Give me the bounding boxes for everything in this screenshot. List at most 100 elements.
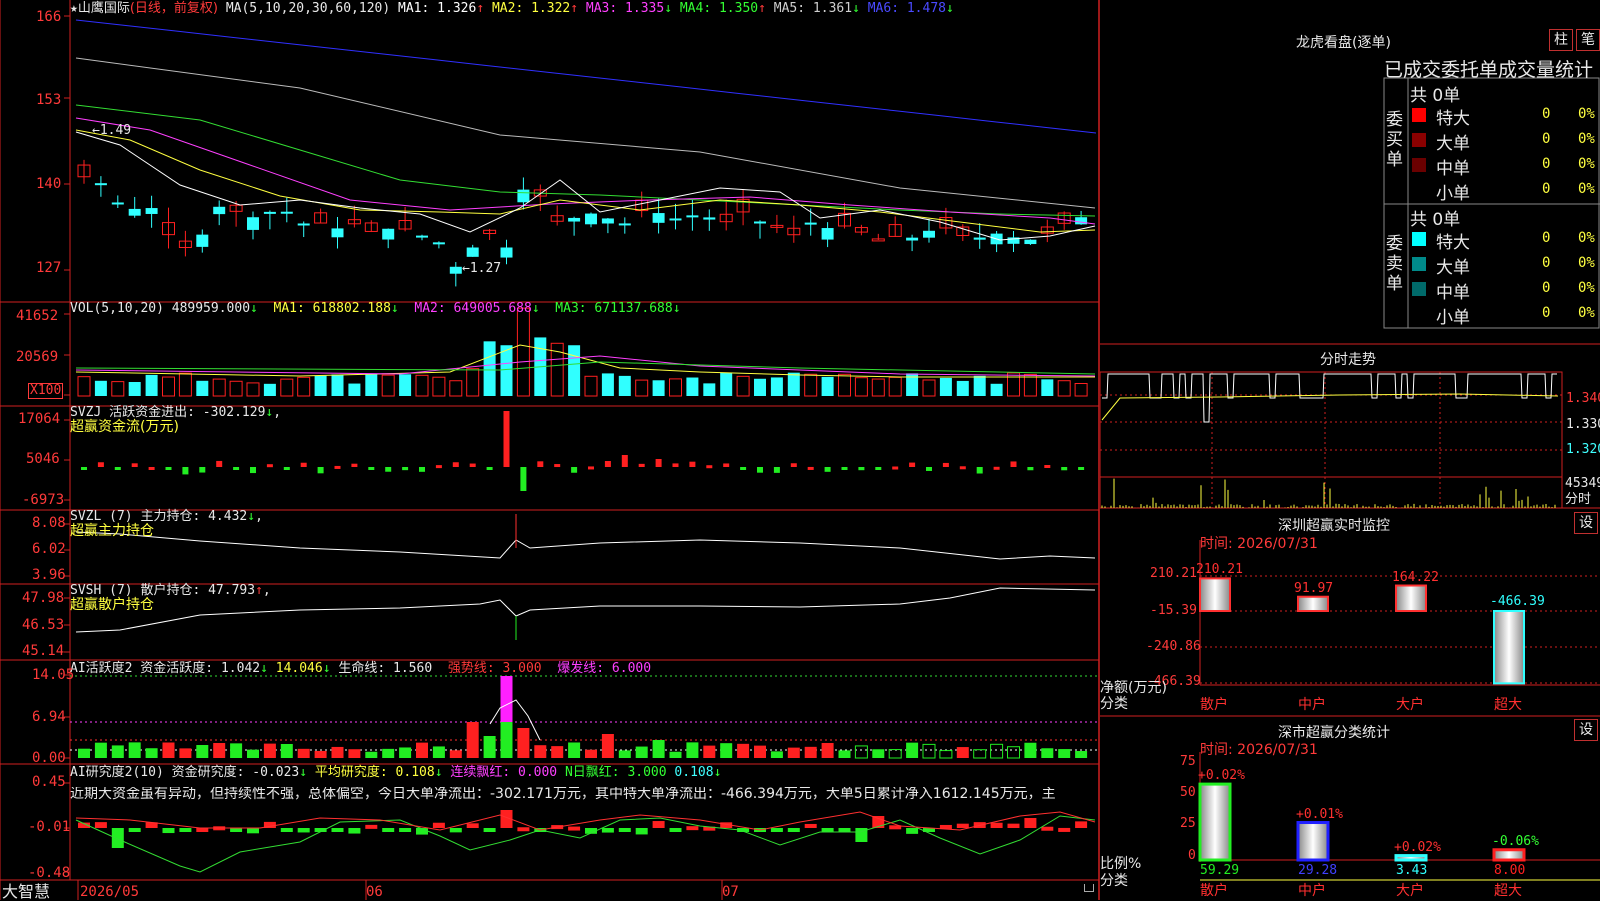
monitor-axis-label-2: -240.86 [1146, 639, 1201, 654]
volume-bar [229, 380, 243, 397]
ai-active-axis-label-2: 0.00 [32, 750, 66, 766]
flow-bar [165, 467, 172, 470]
research-avg-line [75, 815, 1096, 873]
volume-bar [263, 383, 276, 396]
classify-bar [1198, 782, 1232, 862]
bar-mode-button[interactable]: 柱 [1549, 29, 1573, 51]
price-axis-label-0: 166 [36, 9, 62, 25]
monitor-category: 大户 [1396, 697, 1424, 713]
timeline-label-1: 06 [366, 884, 383, 900]
buy-swatch [1412, 183, 1426, 197]
activity-bar [754, 745, 766, 758]
flow-bar [1078, 467, 1085, 470]
activity-bar [872, 749, 885, 758]
sell-row-name: 大单 [1436, 258, 1470, 278]
flow-bar [486, 467, 493, 470]
volume-bar [838, 373, 851, 397]
svzl-axis-label-1: 6.02 [32, 541, 66, 557]
flow-bar [926, 467, 932, 471]
buy-swatch [1412, 133, 1426, 147]
sell-row-name: 小单 [1436, 308, 1470, 328]
monitor-bar [1297, 595, 1329, 613]
research-bar [618, 828, 631, 832]
monitor-axis-label-1: -15.39 [1150, 603, 1197, 618]
volume-bar [888, 376, 902, 397]
research-bar [1007, 823, 1020, 828]
volume-panel-header: VOL(5,10,20) 489959.000↓, MA1: 618802.18… [70, 301, 681, 316]
flow-bar [520, 467, 527, 491]
research-bar [838, 828, 851, 832]
ai-research-comment: 近期大资金虽有异动，但持续性不强，总体偏空，今日大单净流出：-302.171万元… [70, 787, 1056, 801]
main-chart-area[interactable]: ★山鹰国际(日线，前复权) MA(5,10,20,30,60,120) MA1:… [0, 0, 1100, 900]
volume-bar [415, 374, 429, 397]
sell-row-count: 0 [1542, 255, 1551, 271]
research-bar [1058, 827, 1071, 832]
price-axis-label-2: 140 [36, 176, 62, 192]
svzl-axis-label-2: 3.96 [32, 567, 66, 583]
buy-row-name: 小单 [1436, 184, 1470, 204]
ai-active-axis-label-1: 6.94 [32, 709, 66, 725]
flow-bar [621, 455, 628, 467]
research-bar [1075, 821, 1088, 828]
candle-body [196, 234, 209, 247]
research-bar [449, 828, 462, 833]
volume-bar [601, 373, 614, 396]
sell-row-count: 0 [1542, 230, 1551, 246]
candle-body [500, 247, 513, 258]
activity-bar [585, 749, 597, 758]
ma3-line [75, 117, 1096, 225]
flow-bar [858, 467, 865, 471]
activity-bar [128, 742, 141, 758]
vol-unit-label: X100 [28, 383, 64, 399]
classify-axis-label-1: 50 [1180, 785, 1196, 800]
ma-value-2: MA2: 1.322 [491, 1, 571, 16]
monitor-bar-value: -466.39 [1490, 594, 1545, 609]
classify-settings-button[interactable]: 设 [1574, 719, 1598, 741]
flow-bar [757, 467, 763, 473]
research-bar [906, 828, 919, 834]
research-bar [382, 828, 395, 832]
volume-bar [212, 378, 226, 397]
volume-bar [348, 383, 361, 396]
candle-body [618, 223, 631, 226]
monitor-time: 时间: 2026/07/31 [1200, 536, 1318, 552]
ma4-line [75, 104, 1096, 217]
low-price-marker: ←1.27 [462, 261, 502, 276]
volume-bar [854, 377, 868, 397]
research-bar [196, 827, 209, 832]
tick-mode-button[interactable]: 笔 [1576, 29, 1600, 51]
buy-total: 共 0单 [1410, 86, 1461, 106]
research-bar [94, 822, 107, 828]
research-bar [669, 828, 682, 832]
candle-body [145, 208, 158, 214]
volume-bar [939, 377, 952, 396]
sell-row-count: 0 [1542, 280, 1551, 296]
monitor-settings-button[interactable]: 设 [1574, 512, 1598, 534]
activity-bar [331, 746, 344, 758]
volume-bar [922, 379, 936, 397]
monitor-category: 中户 [1298, 697, 1326, 713]
volume-bar [314, 375, 327, 396]
volume-bar [162, 376, 175, 397]
sell-side-label: 委卖单 [1386, 234, 1403, 294]
candle-body [111, 202, 124, 205]
candle-body [669, 218, 682, 221]
volume-bar [466, 368, 480, 397]
classify-bar-delta: +0.01% [1296, 806, 1343, 822]
volume-bar [280, 378, 294, 397]
flow-bar [537, 461, 544, 467]
volume-bar [956, 380, 969, 396]
classify-axis-label-2: 25 [1180, 816, 1196, 831]
candle-body [1075, 217, 1088, 225]
volume-bar [111, 381, 125, 397]
volume-bar [381, 374, 395, 397]
volume-bar [770, 377, 783, 396]
price-axis-label-3: 127 [36, 260, 62, 276]
activity-bar [652, 740, 665, 758]
timeline-label-0: 2026/05 [80, 884, 140, 900]
activity-bar [956, 747, 969, 758]
svzl-subtitle: 超赢主力持仓 [70, 523, 154, 539]
classify-bar-delta: +0.02% [1394, 839, 1441, 855]
activity-bar [280, 743, 293, 758]
lock-icon[interactable] [1084, 884, 1094, 892]
